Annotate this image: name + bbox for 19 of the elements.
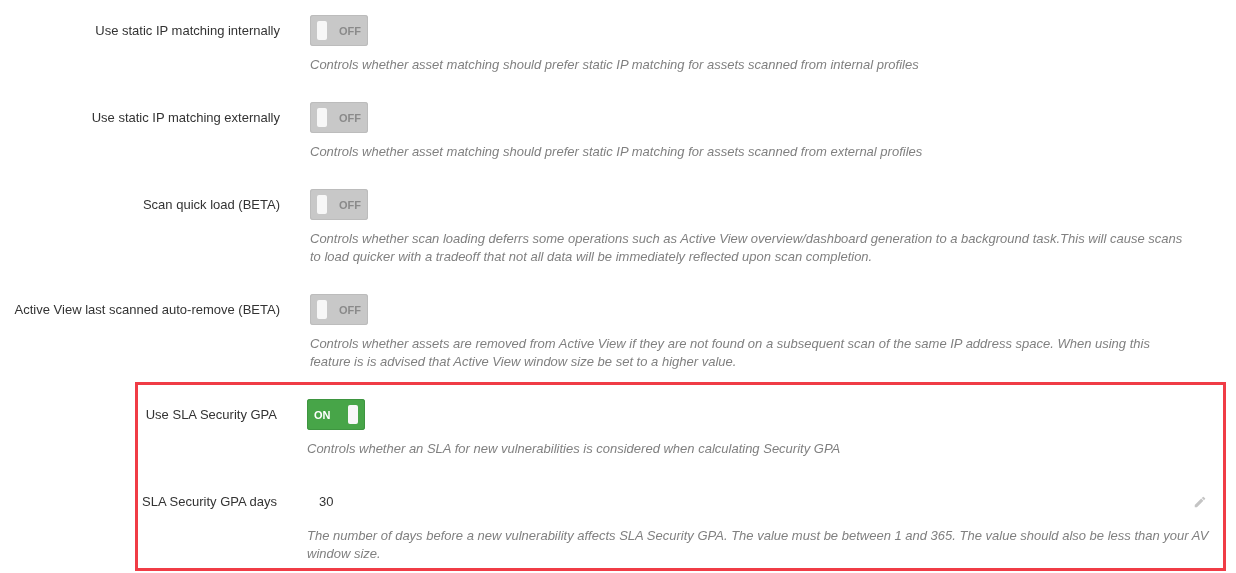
toggle-switch[interactable]: OFF: [310, 15, 368, 46]
setting-label: Use static IP matching externally: [90, 109, 280, 127]
toggle-switch[interactable]: OFF: [310, 294, 368, 325]
number-field[interactable]: 30: [307, 486, 1217, 517]
pencil-icon[interactable]: [1193, 494, 1207, 509]
toggle-switch[interactable]: OFF: [310, 102, 368, 133]
setting-description: Controls whether asset matching should prefer static IP matching for assets scanned from external profiles: [310, 143, 924, 161]
setting-description: Controls whether an SLA for new vulnerabilities is considered when calculating Security GPA: [307, 440, 842, 458]
toggle-switch[interactable]: ON: [307, 399, 365, 430]
setting-label: Active View last scanned auto-remove (BETA): [13, 301, 280, 319]
toggle-switch[interactable]: OFF: [310, 189, 368, 220]
setting-description: The number of days before a new vulnerability affects SLA Security GPA. The value must be between 1 and 365. The value should also be less than your AV window size.: [307, 527, 1211, 563]
setting-description: Controls whether asset matching should prefer static IP matching for assets scanned from internal profiles: [310, 56, 920, 74]
setting-label: SLA Security GPA days: [141, 493, 277, 511]
setting-label: Scan quick load (BETA): [141, 196, 280, 214]
setting-label: Use static IP matching internally: [94, 22, 280, 40]
setting-description: Controls whether assets are removed from Active View if they are not found on a subsequent scan of the same IP address space. When using this feature is is advised that Active View window size be set to a higher value.: [310, 335, 1151, 371]
setting-description: Controls whether scan loading deferrs some operations such as Active View overview/dashboard generation to a background task.This will cause scans to load quicker with a tradeoff that not all data will be immediately reflected upon scan completion.: [310, 230, 1184, 266]
setting-label: Use SLA Security GPA: [144, 406, 277, 424]
